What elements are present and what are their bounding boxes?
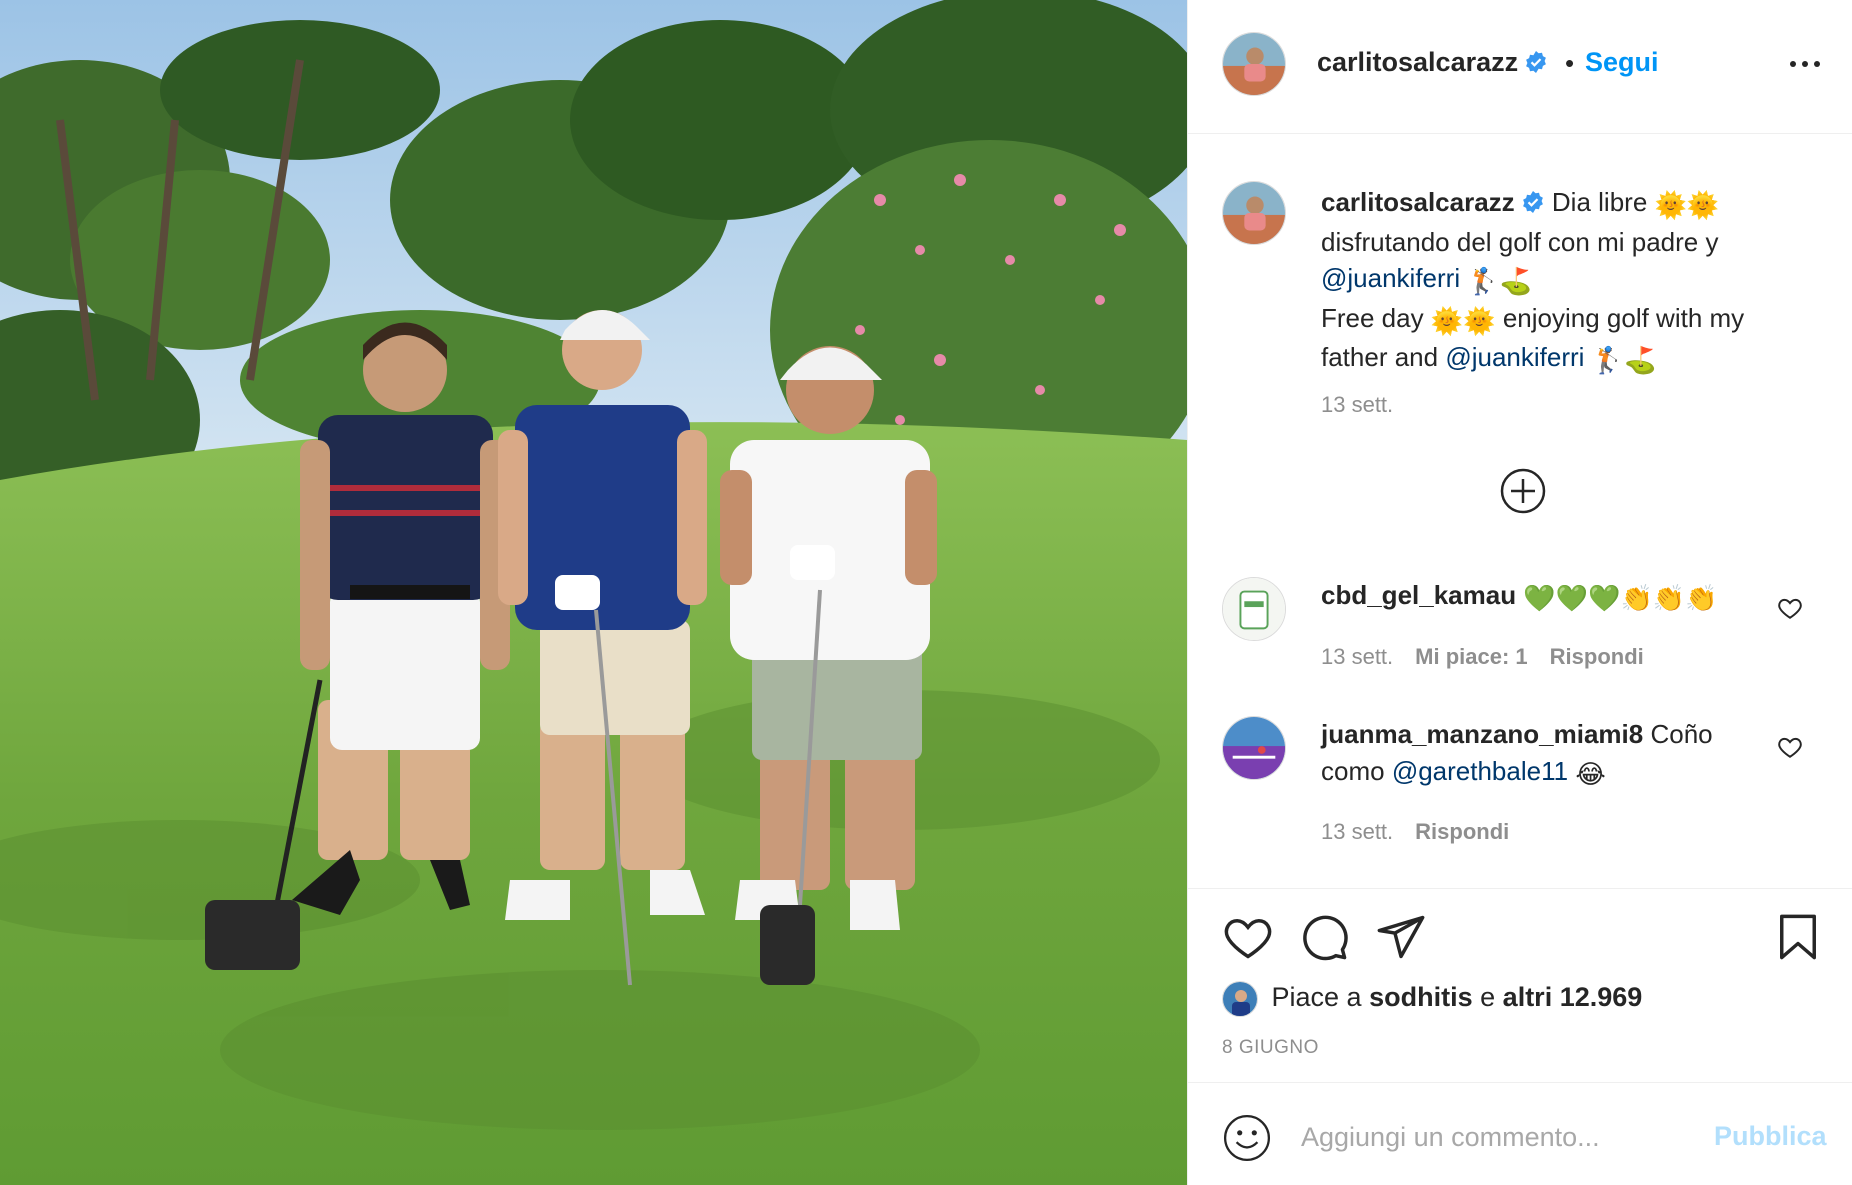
commenter-avatar[interactable]: [1222, 716, 1286, 780]
caption-username[interactable]: carlitosalcarazz: [1321, 187, 1515, 217]
sun-emoji-icon: 🌞🌞: [1654, 190, 1720, 220]
comment-likes[interactable]: Mi piace: 1: [1415, 644, 1527, 669]
likes-count[interactable]: altri 12.969: [1503, 982, 1643, 1012]
mention-link[interactable]: @juankiferri: [1445, 342, 1584, 372]
liker-username[interactable]: sodhitis: [1369, 982, 1473, 1012]
commenter-username[interactable]: juanma_manzano_miami8: [1321, 719, 1643, 749]
emoji-icon[interactable]: [1222, 1113, 1272, 1163]
comment-icon[interactable]: [1298, 911, 1350, 963]
post-header: carlitosalcarazz • Segui: [1188, 0, 1852, 134]
publish-button[interactable]: Pubblica: [1714, 1121, 1827, 1152]
comment-meta: 13 sett. Rispondi: [1321, 819, 1531, 845]
author-avatar[interactable]: [1222, 32, 1286, 96]
commenter-username[interactable]: cbd_gel_kamau: [1321, 580, 1516, 610]
verified-badge-icon: [1522, 191, 1543, 213]
comment-input[interactable]: [1301, 1109, 1701, 1165]
reply-button[interactable]: Rispondi: [1415, 819, 1509, 844]
author-username[interactable]: carlitosalcarazz: [1317, 47, 1548, 78]
caption-text: carlitosalcarazz Dia libre 🌞🌞 disfrutand…: [1321, 184, 1821, 379]
add-comment-bar: Pubblica: [1188, 1082, 1852, 1185]
reply-button[interactable]: Rispondi: [1550, 644, 1644, 669]
separator-dot: •: [1565, 48, 1575, 78]
comment-meta: 13 sett. Mi piace: 1 Rispondi: [1321, 644, 1666, 670]
post-date[interactable]: 8 GIUGNO: [1222, 1037, 1319, 1059]
heart-icon[interactable]: [1777, 734, 1803, 760]
caption-avatar[interactable]: [1222, 181, 1286, 245]
verified-badge-icon: [1526, 51, 1547, 73]
comment-timestamp[interactable]: 13 sett.: [1321, 819, 1393, 844]
caption-timestamp[interactable]: 13 sett.: [1321, 392, 1393, 418]
mention-link[interactable]: @juankiferri: [1321, 263, 1460, 293]
comment-timestamp[interactable]: 13 sett.: [1321, 644, 1393, 669]
bookmark-icon[interactable]: [1772, 911, 1824, 963]
laughing-emoji-icon: 😂: [1575, 758, 1606, 789]
likes-summary[interactable]: Piace a sodhitis e altri 12.969: [1222, 981, 1642, 1017]
golf-emoji-icon: 🏌️⛳: [1591, 345, 1657, 375]
sun-emoji-icon: 🌞🌞: [1430, 305, 1496, 336]
golf-course-photo: [0, 0, 1187, 1185]
post-photo[interactable]: [0, 0, 1187, 1185]
post-actions: Piace a sodhitis e altri 12.969 8 GIUGNO: [1188, 888, 1852, 1084]
share-icon[interactable]: [1375, 911, 1427, 963]
mention-link[interactable]: @garethbale11: [1392, 756, 1568, 786]
load-more-comments-icon[interactable]: [1499, 467, 1547, 515]
golf-emoji-icon: 🏌️⛳: [1467, 266, 1533, 296]
more-options-icon[interactable]: [1785, 46, 1825, 82]
heart-icon[interactable]: [1777, 595, 1803, 621]
comment-text: juanma_manzano_miami8 Coño como @garethb…: [1321, 716, 1741, 792]
liker-avatar: [1222, 981, 1258, 1017]
commenter-avatar[interactable]: [1222, 577, 1286, 641]
comment-text: cbd_gel_kamau 💚💚💚👏👏👏: [1321, 577, 1741, 617]
hearts-claps-emoji-icon: 💚💚💚👏👏👏: [1523, 583, 1718, 613]
post-side-panel: carlitosalcarazz • Segui carlitosalcaraz…: [1187, 0, 1852, 1185]
like-heart-icon[interactable]: [1222, 911, 1274, 963]
follow-button[interactable]: Segui: [1585, 47, 1659, 78]
